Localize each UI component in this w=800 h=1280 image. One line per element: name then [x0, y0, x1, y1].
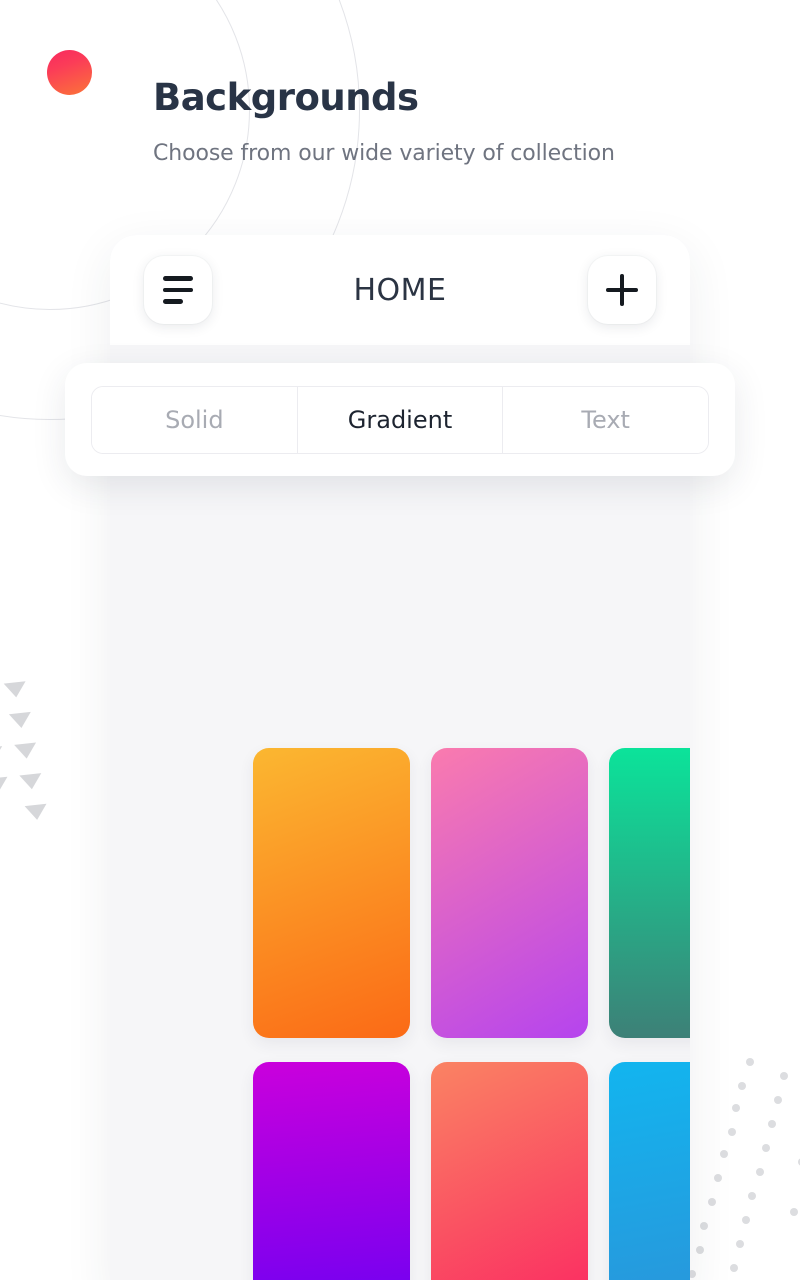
dot-decoration	[736, 1240, 744, 1248]
dot-decoration	[728, 1128, 736, 1136]
dot-decoration	[730, 1264, 738, 1272]
hamburger-icon-line-2	[163, 287, 193, 293]
gradient-swatch-cyan-blue[interactable]	[609, 1062, 690, 1280]
hamburger-icon-line-1	[163, 276, 193, 281]
dot-decoration	[790, 1208, 798, 1216]
accent-dot-decoration	[47, 50, 92, 95]
triangle-icon	[0, 746, 4, 764]
triangle-icon	[3, 681, 28, 699]
tab-text[interactable]: Text	[502, 386, 708, 453]
dot-decoration	[756, 1168, 764, 1176]
topbar-title: HOME	[353, 272, 447, 308]
dot-decoration	[708, 1198, 716, 1206]
triangle-icon	[24, 803, 49, 821]
dot-decoration	[742, 1216, 750, 1224]
page-title: Backgrounds	[153, 76, 419, 119]
dot-decoration	[762, 1144, 770, 1152]
triangle-icon	[8, 711, 33, 730]
dot-decoration	[746, 1058, 754, 1066]
triangle-grid-decoration	[0, 678, 76, 847]
page-header: Backgrounds Choose from our wide variety…	[153, 76, 615, 166]
tabs-card: Solid Gradient Text	[65, 363, 735, 476]
tab-solid[interactable]: Solid	[92, 386, 297, 453]
dot-decoration	[696, 1246, 704, 1254]
plus-icon	[605, 274, 638, 306]
dot-decoration	[714, 1174, 722, 1182]
gradient-gallery-grid	[253, 748, 690, 1280]
triangle-icon	[19, 773, 43, 791]
dot-decoration	[720, 1150, 728, 1158]
gradient-swatch-coral-rose[interactable]	[431, 1062, 588, 1280]
tab-gradient[interactable]: Gradient	[296, 386, 503, 453]
gradient-swatch-green-teal[interactable]	[609, 748, 690, 1038]
menu-button[interactable]	[144, 256, 212, 324]
dot-decoration	[748, 1192, 756, 1200]
triangle-icon	[14, 742, 38, 760]
page-subtitle: Choose from our wide variety of collecti…	[153, 140, 615, 166]
add-button[interactable]	[587, 256, 656, 324]
dot-decoration	[738, 1082, 746, 1090]
dot-decoration	[732, 1104, 740, 1112]
dot-decoration	[774, 1096, 782, 1104]
triangle-icon	[0, 776, 10, 794]
gradient-swatch-magenta-violet[interactable]	[253, 1062, 410, 1280]
dot-decoration	[780, 1072, 788, 1080]
dot-decoration	[768, 1120, 776, 1128]
app-topbar: HOME	[110, 235, 690, 345]
segmented-control: Solid Gradient Text	[91, 385, 709, 454]
gradient-swatch-amber-orange[interactable]	[253, 748, 410, 1038]
gradient-swatch-pink-purple[interactable]	[431, 748, 588, 1038]
hamburger-icon-line-3	[163, 299, 183, 304]
dot-decoration	[700, 1222, 708, 1230]
